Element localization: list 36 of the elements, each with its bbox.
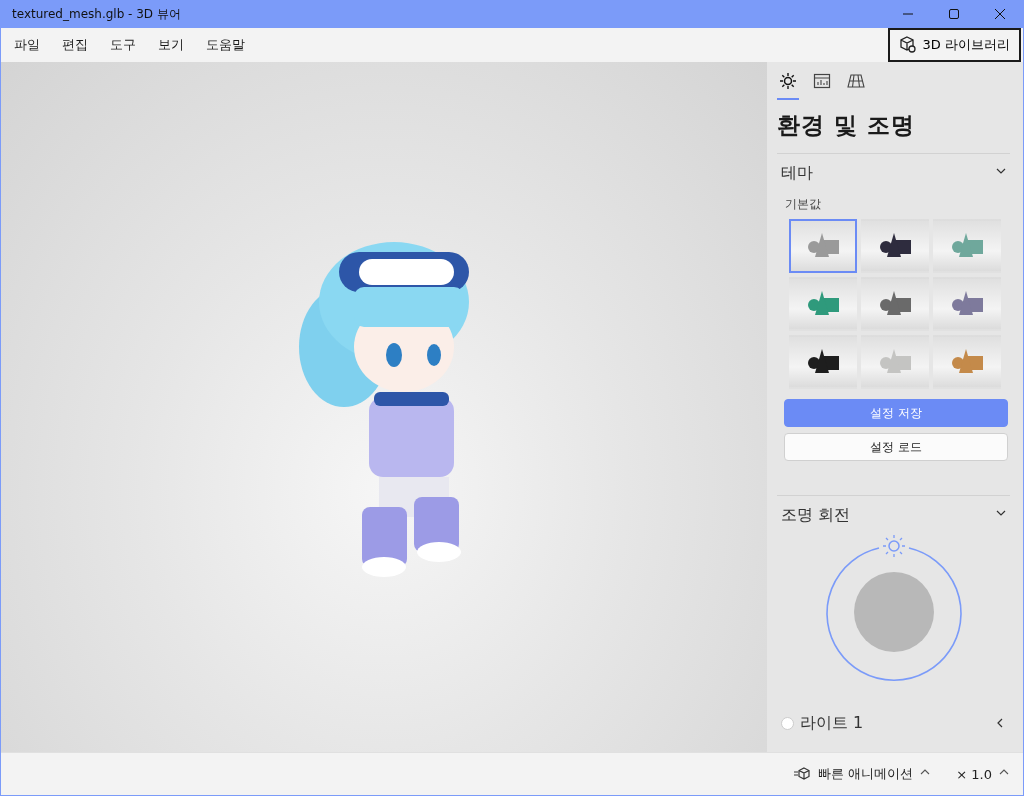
menu-item[interactable]: 도구 bbox=[99, 30, 147, 60]
close-icon bbox=[995, 9, 1005, 19]
theme-thumbnail[interactable] bbox=[933, 277, 1001, 331]
menu-item[interactable]: 도움말 bbox=[195, 30, 256, 60]
menu-item[interactable]: 보기 bbox=[147, 30, 195, 60]
maximize-icon bbox=[949, 9, 959, 19]
3d-viewport[interactable] bbox=[1, 62, 767, 752]
light-radio[interactable] bbox=[781, 716, 794, 730]
theme-thumbnail[interactable] bbox=[789, 277, 857, 331]
theme-label: 기본값 bbox=[785, 196, 822, 213]
menu-item[interactable]: 파일 bbox=[3, 30, 51, 60]
sun-icon bbox=[779, 72, 797, 90]
animation-button[interactable]: 빠른 애니메이션 bbox=[789, 761, 935, 787]
theme-thumbnail[interactable] bbox=[789, 219, 857, 273]
theme-thumbnail[interactable] bbox=[861, 335, 929, 389]
grid-icon bbox=[847, 72, 865, 90]
theme-thumbnail[interactable] bbox=[789, 335, 857, 389]
speed-button[interactable]: × 1.0 bbox=[952, 762, 1013, 786]
light-row[interactable]: 라이트 1 bbox=[777, 702, 1010, 744]
load-settings-button[interactable]: 설정 로드 bbox=[784, 433, 1008, 461]
theme-thumbnail[interactable] bbox=[861, 219, 929, 273]
sun-icon[interactable] bbox=[881, 534, 906, 558]
tab[interactable] bbox=[777, 72, 799, 100]
light-rotation-dial[interactable] bbox=[823, 534, 964, 684]
rotation-section-header[interactable]: 조명 회전 bbox=[777, 496, 1010, 534]
chart-icon bbox=[813, 72, 831, 90]
theme-thumbnail[interactable] bbox=[933, 335, 1001, 389]
panel-title: 환경 및 조명 bbox=[777, 111, 916, 140]
cube-icon bbox=[898, 36, 917, 54]
theme-thumbnail[interactable] bbox=[861, 277, 929, 331]
window-title: textured_mesh.glb - 3D 뷰어 bbox=[12, 5, 182, 23]
cube-icon bbox=[793, 767, 812, 781]
library-button[interactable]: 3D 라이브러리 bbox=[887, 28, 1021, 62]
menu-item[interactable]: 편집 bbox=[51, 30, 99, 60]
theme-thumbnail[interactable] bbox=[933, 219, 1001, 273]
theme-section-header[interactable]: 테마 bbox=[777, 154, 1010, 192]
